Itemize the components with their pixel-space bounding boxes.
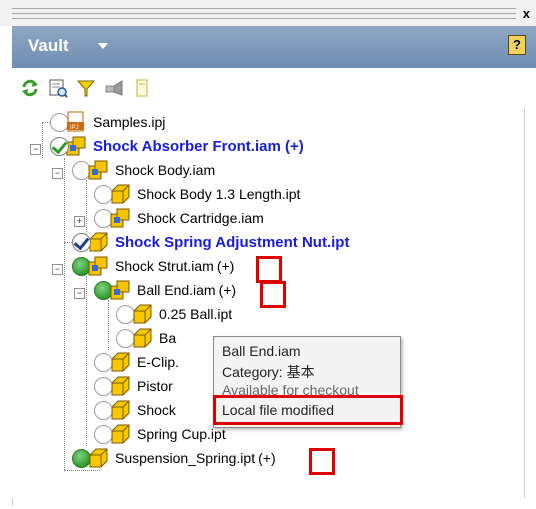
highlight-box [213,395,403,425]
expand-icon[interactable]: + [74,216,85,227]
filter-icon[interactable] [76,78,96,98]
tree-item-label: Spring Cup.ipt [137,426,226,442]
dock-grip[interactable]: x [0,0,536,26]
panel-title[interactable]: Vault [28,36,69,56]
collapse-icon[interactable]: − [74,288,85,299]
panel-title-bar: Vault ? [12,26,536,68]
close-icon[interactable]: x [523,4,530,24]
project-file-icon: IPJ [67,111,84,132]
chevron-down-icon[interactable] [98,43,108,49]
search-icon[interactable] [48,78,68,98]
refresh-icon[interactable] [20,78,40,98]
assembly-file-icon [110,208,130,228]
tree-item-label: Shock Absorber Front.iam (+) [93,137,304,155]
assembly-file-icon [88,160,108,180]
tree-item-label: Shock Body.iam [115,162,216,178]
part-file-icon [133,328,152,348]
tooltip-category: Category: 基本 [222,364,315,380]
tree-item-label: Pistor [137,378,173,394]
tree-line [64,470,100,471]
tree-item-label: Shock Body 1.3 Length.ipt [137,186,301,202]
tree-item-shock-shaft[interactable]: Shock [94,398,176,422]
tree-item-label: Ball End.iam [137,282,216,298]
tree-item-shock-body[interactable]: Shock Body.iam [72,158,215,182]
part-file-icon [111,400,130,420]
tree-item-ba[interactable]: Ba [116,326,176,350]
collapse-icon[interactable]: − [30,144,41,155]
highlight-box [256,256,282,283]
grip-line [12,13,516,14]
tree-item-label: Shock Spring Adjustment Nut.ipt [115,233,350,251]
part-file-icon [111,376,130,396]
highlight-box [309,448,335,475]
tree-item-label: Shock Strut.iam [115,258,214,274]
grip-line [12,8,516,9]
tree-item-shock-strut[interactable]: Shock Strut.iam (+) [72,254,234,278]
settings-icon[interactable] [104,78,124,98]
highlight-box [260,281,286,308]
assembly-file-icon [110,280,130,300]
document-icon[interactable] [132,78,152,98]
modified-marker: (+) [258,450,276,466]
tree-line [42,122,43,158]
tree-item-spring-cup[interactable]: Spring Cup.ipt [94,422,226,446]
tree-item-label: Shock Cartridge.iam [137,210,264,226]
tree-line [86,276,87,446]
tree-item-piston[interactable]: Pistor [94,374,173,398]
tree-item-label: Ba [159,330,177,346]
collapse-icon[interactable]: − [52,264,63,275]
status-checkout-icon [72,232,91,252]
tree-item-ball-end[interactable]: Ball End.iam (+) [94,278,236,302]
tree-item-label: Shock [137,402,176,418]
tree-item-spring-nut[interactable]: Shock Spring Adjustment Nut.ipt [72,230,349,254]
tree-item-label: Suspension_Spring.ipt [115,450,256,466]
tree-line [108,300,109,350]
tree-item-suspension-spring[interactable]: Suspension_Spring.ipt (+) [72,446,276,470]
modified-marker: (+) [216,258,235,274]
tree-item-label: E-Clip. [137,354,180,370]
toolbar [12,68,536,108]
grip-line [12,18,516,19]
tree-item-shock-body-length[interactable]: Shock Body 1.3 Length.ipt [94,182,300,206]
tooltip-title: Ball End.iam [222,343,301,359]
tree-item-eclip[interactable]: E-Clip. [94,350,179,374]
tree-item-label: 0.25 Ball.ipt [159,306,233,322]
assembly-file-icon [88,256,108,276]
tree-line [64,158,65,470]
tree-item-shock-cartridge[interactable]: Shock Cartridge.iam [94,206,264,230]
tree-item-ball[interactable]: 0.25 Ball.ipt [116,302,232,326]
tree-item-samples[interactable]: IPJ Samples.ipj [50,110,165,134]
status-checkout-icon [50,136,69,156]
part-file-icon [111,352,130,372]
help-icon[interactable]: ? [508,35,526,55]
modified-marker: (+) [218,282,237,298]
svg-text:IPJ: IPJ [70,125,79,131]
part-file-icon [133,304,152,324]
collapse-icon[interactable]: − [52,168,63,179]
part-file-icon [111,184,130,204]
tree-item-shock-absorber[interactable]: Shock Absorber Front.iam (+) [50,134,304,158]
part-file-icon [89,448,108,468]
tree-item-label: Samples.ipj [93,114,166,130]
part-file-icon [111,424,130,444]
